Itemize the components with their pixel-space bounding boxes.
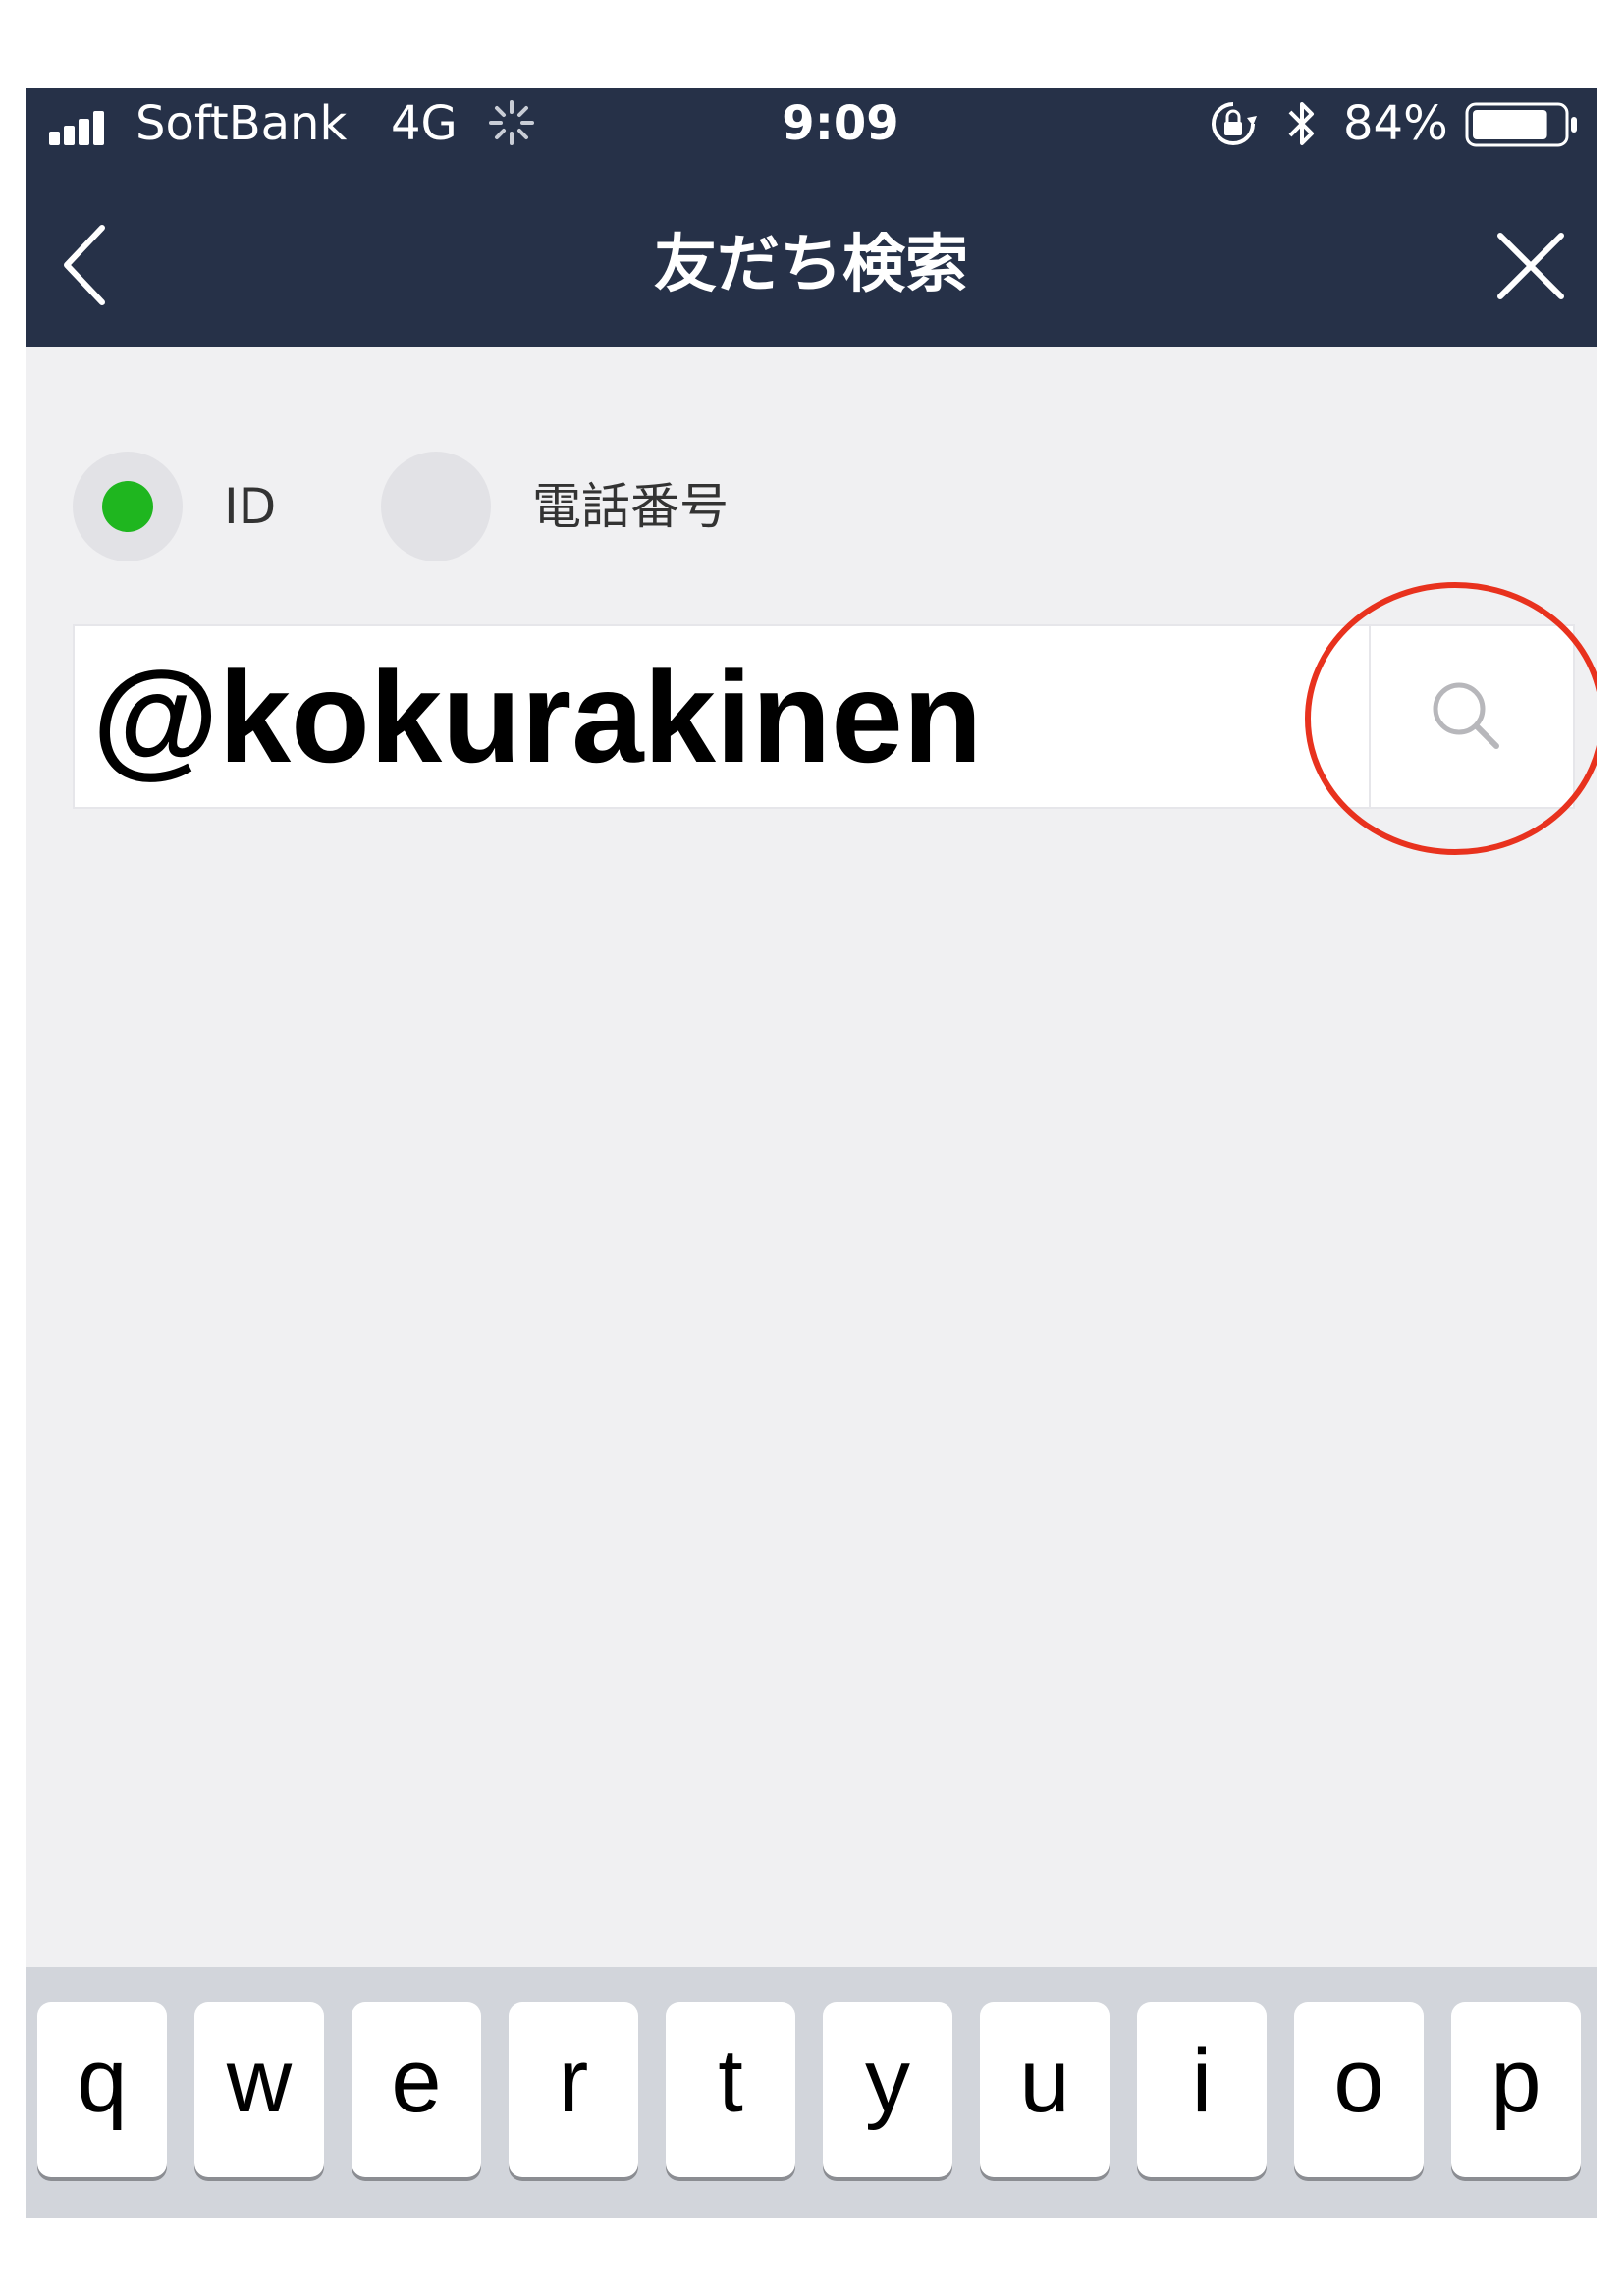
- key-p[interactable]: p: [1451, 2002, 1581, 2177]
- network-type: 4G: [391, 96, 458, 151]
- key-w[interactable]: w: [194, 2002, 324, 2177]
- bluetooth-icon: [1288, 102, 1314, 145]
- radio-option-phone-number[interactable]: 電話番号: [381, 452, 793, 561]
- key-o[interactable]: o: [1294, 2002, 1424, 2177]
- keyboard: q w e r t y u i o p: [26, 1967, 1597, 2218]
- battery-icon: [1465, 102, 1577, 147]
- key-y[interactable]: y: [823, 2002, 952, 2177]
- rotation-lock-icon: [1212, 102, 1257, 145]
- clock: 9:09: [782, 96, 899, 151]
- search-button[interactable]: [1369, 626, 1573, 807]
- key-q[interactable]: q: [37, 2002, 167, 2177]
- radio-selected-dot: [102, 481, 153, 532]
- back-chevron-icon[interactable]: [51, 216, 120, 314]
- phone-screen: SoftBank 4G 9:09 84% 友だち検索 ID 電話番号 @koku…: [26, 88, 1597, 2218]
- search-field: [73, 624, 1575, 809]
- key-r[interactable]: r: [509, 2002, 638, 2177]
- page-title: 友だち検索: [654, 229, 968, 301]
- key-t[interactable]: t: [666, 2002, 795, 2177]
- key-u[interactable]: u: [980, 2002, 1110, 2177]
- radio-button-id[interactable]: [73, 452, 183, 561]
- activity-spinner-icon: [489, 100, 534, 145]
- carrier-name: SoftBank: [135, 96, 348, 151]
- radio-label-id: ID: [224, 478, 277, 535]
- radio-button-phone-number[interactable]: [381, 452, 491, 561]
- top-bar: SoftBank 4G 9:09 84% 友だち検索: [26, 88, 1597, 347]
- signal-icon: [49, 111, 104, 145]
- radio-option-id[interactable]: ID: [73, 452, 308, 561]
- battery-percent: 84%: [1343, 96, 1448, 151]
- search-icon: [1433, 682, 1499, 749]
- key-i[interactable]: i: [1137, 2002, 1267, 2177]
- close-icon[interactable]: [1489, 224, 1573, 308]
- navigation-bar: 友だち検索: [26, 206, 1597, 344]
- radio-label-phone-number: 電話番号: [532, 478, 729, 535]
- status-bar: SoftBank 4G 9:09 84%: [26, 88, 1597, 159]
- key-e[interactable]: e: [352, 2002, 481, 2177]
- search-input[interactable]: [75, 626, 1367, 807]
